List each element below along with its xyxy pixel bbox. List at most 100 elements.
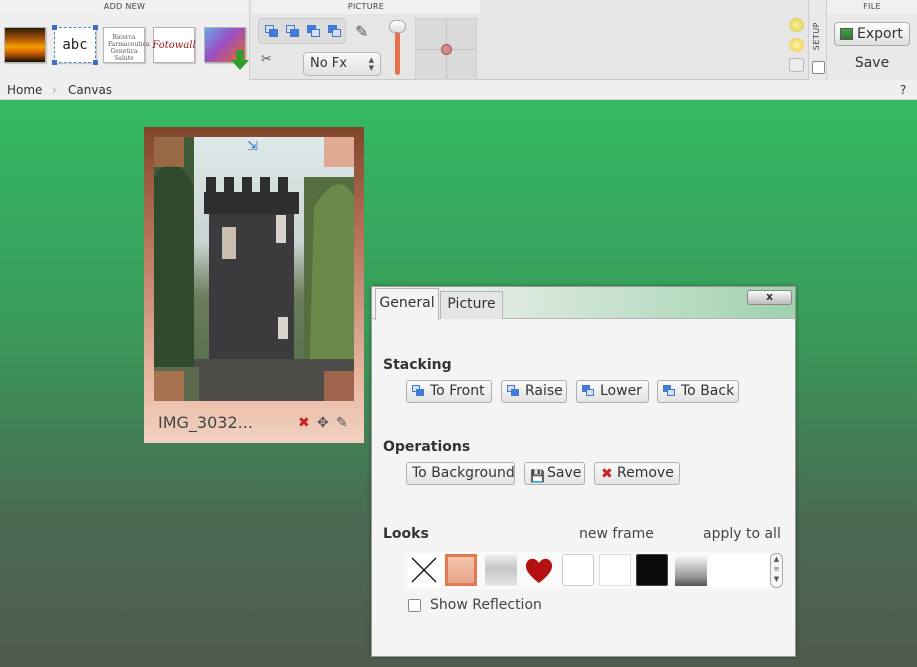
raise-button-icon xyxy=(507,385,520,398)
effect-select[interactable]: No Fx ▲ ▼ xyxy=(303,52,381,76)
picture-item[interactable]: ⇲ IMG_3032... ✖ ✥ ✎ xyxy=(144,127,364,443)
corner-handle-top-right[interactable] xyxy=(324,137,354,167)
raise-icon[interactable] xyxy=(286,25,300,38)
corner-handle-bottom-right[interactable] xyxy=(324,371,354,401)
dialog-header: General Picture x xyxy=(372,287,795,320)
effect-select-value: No Fx xyxy=(310,56,347,71)
setup-section: SETUP xyxy=(808,0,827,80)
to-background-button[interactable]: To Background xyxy=(406,462,515,485)
show-reflection-checkbox[interactable] xyxy=(408,599,421,612)
file-title: FILE xyxy=(827,0,917,14)
breadcrumb: Home › Canvas ? xyxy=(0,80,917,100)
settings-wrench-icon[interactable]: ✎ xyxy=(336,416,348,430)
image-settings-icon[interactable] xyxy=(789,58,804,72)
add-web-picture-button[interactable] xyxy=(204,27,249,70)
breadcrumb-home[interactable]: Home xyxy=(7,80,42,100)
help-button[interactable]: ? xyxy=(900,80,906,100)
frame-none[interactable] xyxy=(408,554,440,586)
smiley-icon[interactable] xyxy=(789,18,804,32)
save-picture-label: Save xyxy=(547,465,582,481)
stacking-button-group xyxy=(258,18,346,44)
apply-to-all-label: apply to all xyxy=(703,526,781,542)
heart-icon xyxy=(525,558,553,583)
lower-icon[interactable] xyxy=(307,25,321,38)
properties-dialog: General Picture x Stacking To Front Rais… xyxy=(371,286,796,657)
frame-peach[interactable] xyxy=(445,554,477,586)
to-back-label: To Back xyxy=(681,383,735,399)
to-back-icon xyxy=(663,385,676,398)
save-picture-button[interactable]: 💾 Save xyxy=(524,462,585,485)
no-frame-icon xyxy=(411,557,437,583)
remove-label: Remove xyxy=(617,465,674,481)
show-reflection-label: Show Reflection xyxy=(430,597,542,613)
perspective-pad[interactable] xyxy=(415,18,477,80)
move-icon[interactable]: ✥ xyxy=(317,416,329,430)
frame-black[interactable] xyxy=(636,554,668,586)
corner-handle-top-left[interactable] xyxy=(154,137,184,167)
looks-heading: Looks xyxy=(383,526,429,542)
export-icon xyxy=(840,28,853,40)
add-new-title: ADD NEW xyxy=(0,0,249,14)
remove-button[interactable]: ✖ Remove xyxy=(594,462,680,485)
to-back-button[interactable]: To Back xyxy=(657,380,739,403)
file-section: FILE Export Save xyxy=(827,0,917,80)
export-label: Export xyxy=(857,26,903,42)
lower-button-icon xyxy=(582,385,595,398)
tower-image xyxy=(154,137,354,401)
frame-selector xyxy=(405,552,772,589)
select-spinner-icon: ▲ ▼ xyxy=(368,56,374,72)
breadcrumb-canvas[interactable]: Canvas xyxy=(68,80,112,100)
add-fotowall-button[interactable]: Fotowall xyxy=(152,27,196,63)
frame-gray-gradient[interactable] xyxy=(485,554,517,586)
export-button[interactable]: Export xyxy=(834,22,910,46)
flip-icon[interactable]: ⇲ xyxy=(247,139,258,154)
frame-scroll-spinner[interactable]: ▲ ≡ ▼ xyxy=(770,553,783,588)
download-arrow-icon xyxy=(231,50,249,70)
tower-photo xyxy=(154,137,354,401)
lightbulb-icon[interactable] xyxy=(789,38,804,52)
picture-section: PICTURE ✎ ✂ No Fx ▲ ▼ xyxy=(252,0,808,80)
setup-checkbox[interactable] xyxy=(812,61,825,74)
new-frame-label: new frame xyxy=(579,526,654,542)
close-button[interactable]: x xyxy=(747,290,792,305)
raise-label: Raise xyxy=(525,383,563,399)
lower-label: Lower xyxy=(600,383,642,399)
to-front-label: To Front xyxy=(430,383,485,399)
toolbar: ADD NEW abc Ricerca Farmaceutica Genetic… xyxy=(0,0,917,80)
send-back-icon[interactable] xyxy=(328,25,342,38)
picture-title: IMG_3032... xyxy=(158,413,253,432)
add-fotowall-sample: Fotowall xyxy=(152,39,196,51)
remove-x-icon: ✖ xyxy=(601,466,613,482)
add-text-button[interactable]: abc xyxy=(52,25,98,65)
to-front-icon xyxy=(412,385,425,398)
add-wordcloud-sample: Ricerca Farmaceutica Genetica Salute xyxy=(108,34,150,62)
frame-white[interactable] xyxy=(562,554,594,586)
save-button[interactable]: Save xyxy=(827,55,917,71)
perspective-handle[interactable] xyxy=(441,44,452,55)
bring-front-icon[interactable] xyxy=(265,25,279,38)
frame-heart[interactable] xyxy=(523,554,555,586)
lower-button[interactable]: Lower xyxy=(576,380,649,403)
corner-handle-bottom-left[interactable] xyxy=(154,371,184,401)
setup-label: SETUP xyxy=(812,22,821,51)
frame-silver[interactable] xyxy=(675,554,707,586)
add-picture-button[interactable] xyxy=(4,27,46,63)
to-front-button[interactable]: To Front xyxy=(406,380,492,403)
add-text-sample: abc xyxy=(62,37,88,53)
frame-blank[interactable] xyxy=(711,554,769,586)
picture-title: PICTURE xyxy=(252,0,480,14)
floppy-icon: 💾 xyxy=(530,469,545,483)
remove-icon[interactable]: ✖ xyxy=(298,416,310,430)
gimp-icon[interactable]: ✂ xyxy=(261,52,272,67)
frame-plain-white[interactable] xyxy=(599,554,631,586)
tab-picture[interactable]: Picture xyxy=(440,291,503,319)
stacking-heading: Stacking xyxy=(383,357,452,373)
add-wordcloud-button[interactable]: Ricerca Farmaceutica Genetica Salute xyxy=(103,27,150,63)
breadcrumb-separator-icon: › xyxy=(52,83,57,97)
add-new-section: ADD NEW abc Ricerca Farmaceutica Genetic… xyxy=(0,0,250,80)
tab-general[interactable]: General xyxy=(375,288,439,320)
raise-button[interactable]: Raise xyxy=(501,380,567,403)
wrench-icon[interactable]: ✎ xyxy=(355,22,368,41)
opacity-slider-handle[interactable] xyxy=(389,20,406,33)
operations-heading: Operations xyxy=(383,439,471,455)
